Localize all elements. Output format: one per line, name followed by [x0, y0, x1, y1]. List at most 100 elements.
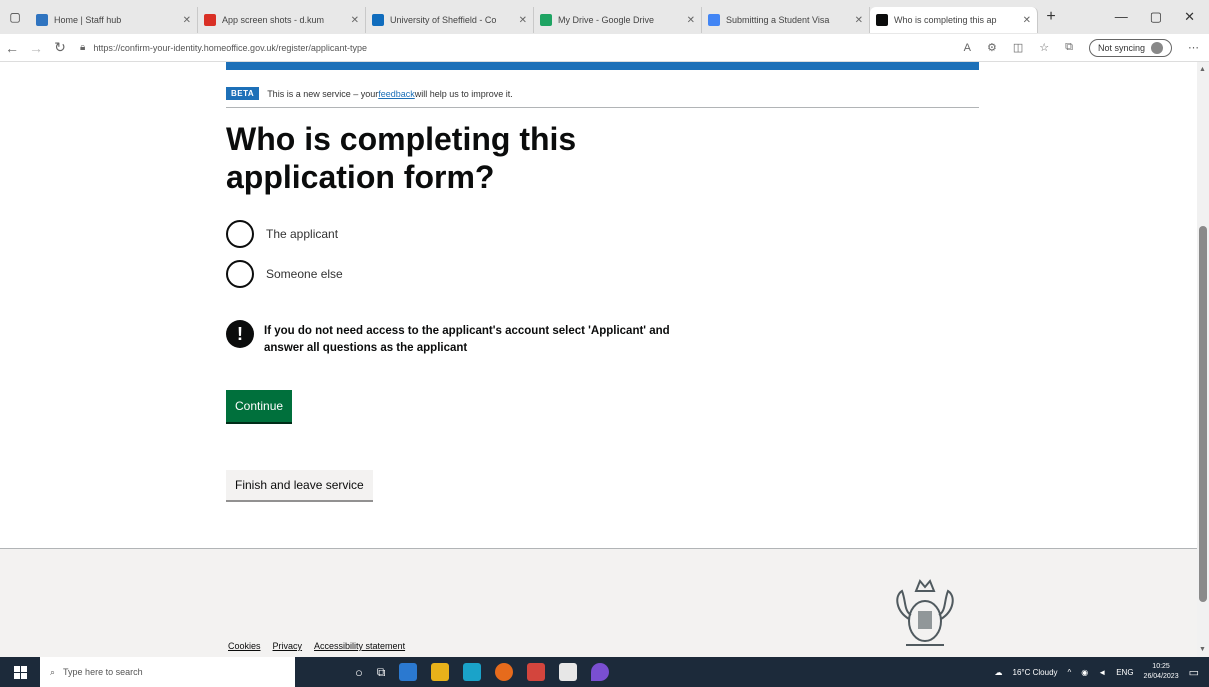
close-tab-icon[interactable]: ✕ — [351, 15, 359, 26]
search-placeholder: Type here to search — [63, 667, 143, 677]
royal-coat-of-arms-icon — [896, 579, 954, 646]
tray-chevron-icon[interactable]: ^ — [1068, 668, 1072, 677]
tab-label: Who is completing this ap — [894, 15, 997, 25]
page-content: BETA This is a new service – your feedba… — [0, 62, 1197, 657]
cortana-icon[interactable]: ○ — [355, 665, 363, 680]
volume-icon[interactable]: ◄ — [1098, 668, 1106, 677]
favicon-icon — [204, 14, 216, 26]
more-menu-icon[interactable]: ⋯ — [1188, 41, 1199, 54]
header-accent-bar — [226, 62, 979, 70]
feedback-link[interactable]: feedback — [378, 89, 415, 99]
lock-icon: 🔒︎ — [80, 42, 86, 53]
clock-time: 10:25 — [1152, 663, 1170, 670]
language-indicator[interactable]: ENG — [1116, 668, 1133, 677]
forward-arrow-icon[interactable]: → — [24, 40, 48, 56]
favorites-icon[interactable]: ☆ — [1039, 41, 1049, 54]
close-tab-icon[interactable]: ✕ — [687, 15, 695, 26]
sync-label: Not syncing — [1097, 42, 1145, 53]
favicon-icon — [708, 14, 720, 26]
task-view-icon[interactable]: ⧉ — [377, 665, 386, 680]
refresh-icon[interactable]: ↻ — [48, 39, 72, 56]
browser-tab[interactable]: Home | Staff hub ✕ — [30, 7, 198, 33]
cookies-link[interactable]: Cookies — [228, 641, 261, 651]
firefox-icon[interactable] — [495, 663, 514, 681]
warning-text: ! If you do not need access to the appli… — [226, 320, 684, 357]
beta-tag: BETA — [226, 87, 260, 100]
continue-button[interactable]: Continue — [226, 390, 293, 422]
vertical-scrollbar[interactable]: ▲ ▼ — [1197, 62, 1209, 657]
taskbar-search[interactable]: ⌕ Type here to search — [40, 657, 295, 687]
office-app-icon[interactable] — [527, 663, 546, 681]
browser-tab[interactable]: Submitting a Student Visa ✕ — [702, 7, 870, 33]
file-explorer-icon[interactable] — [431, 663, 450, 681]
scrollbar-thumb[interactable] — [1199, 226, 1207, 602]
footer-links: Cookies Privacy Accessibility statement — [228, 641, 405, 651]
warning-icon: ! — [226, 320, 254, 348]
phase-text-end: will help us to improve it. — [414, 88, 513, 99]
browser-tab[interactable]: App screen shots - d.kum ✕ — [198, 7, 366, 33]
maximize-icon[interactable]: ▢ — [1150, 9, 1162, 25]
browser-tab[interactable]: University of Sheffield - Co ✕ — [366, 7, 534, 33]
favicon-icon — [876, 14, 888, 26]
address-bar: ← → ↻ 🔒︎ https://confirm-your-identity.h… — [0, 34, 1209, 62]
close-tab-icon[interactable]: ✕ — [183, 15, 191, 26]
notifications-icon[interactable]: ▭ — [1189, 666, 1199, 679]
extension-icon[interactable]: ⚙ — [987, 41, 997, 54]
collections-icon[interactable]: ⧉ — [1065, 41, 1073, 54]
phase-banner: BETA This is a new service – your feedba… — [226, 80, 979, 108]
weather-icon: ☁ — [994, 667, 1003, 677]
radio-button[interactable] — [226, 220, 254, 248]
radio-label: The applicant — [266, 227, 339, 241]
close-window-icon[interactable]: ✕ — [1184, 9, 1195, 25]
tab-label: App screen shots - d.kum — [222, 15, 325, 25]
back-arrow-icon[interactable]: ← — [0, 40, 24, 56]
window-controls: — ▢ ✕ — [1115, 9, 1209, 25]
favicon-icon — [36, 14, 48, 26]
tab-label: My Drive - Google Drive — [558, 15, 655, 25]
taskbar: ⌕ Type here to search ○ ⧉ ☁ 16°C Cloudy … — [0, 657, 1209, 687]
avatar-icon — [1151, 41, 1163, 54]
tab-label: University of Sheffield - Co — [390, 15, 497, 25]
privacy-link[interactable]: Privacy — [273, 641, 303, 651]
network-icon[interactable]: ◉ — [1081, 668, 1088, 677]
edge-browser-icon[interactable] — [463, 663, 482, 681]
weather-text[interactable]: 16°C Cloudy — [1013, 668, 1058, 677]
close-tab-icon[interactable]: ✕ — [855, 15, 863, 26]
radio-option-applicant[interactable]: The applicant — [226, 220, 338, 248]
browser-tab-strip: ▢ Home | Staff hub ✕ App screen shots - … — [0, 0, 1209, 34]
app-icon[interactable] — [591, 663, 610, 681]
tab-label: Home | Staff hub — [54, 15, 122, 25]
search-icon: ⌕ — [50, 666, 56, 677]
radio-option-someone-else[interactable]: Someone else — [226, 260, 343, 288]
clock[interactable]: 10:25 26/04/2023 — [1144, 662, 1179, 682]
tab-label: Submitting a Student Visa — [726, 15, 830, 25]
clock-date: 26/04/2023 — [1143, 673, 1179, 680]
profile-sync-button[interactable]: Not syncing — [1088, 38, 1172, 57]
new-tab-button[interactable]: + — [1038, 8, 1064, 26]
browser-tab-active[interactable]: Who is completing this ap ✕ — [870, 7, 1038, 33]
close-tab-icon[interactable]: ✕ — [519, 15, 527, 26]
close-tab-icon[interactable]: ✕ — [1023, 15, 1031, 26]
radio-button[interactable] — [226, 260, 254, 288]
windows-logo-icon — [13, 665, 27, 679]
tab-actions-icon[interactable]: ▢ — [0, 10, 30, 24]
start-button[interactable] — [0, 665, 40, 679]
mail-app-icon[interactable] — [399, 663, 418, 681]
notepad-icon[interactable] — [559, 663, 578, 681]
phase-text: This is a new service – your — [267, 88, 379, 99]
minimize-icon[interactable]: — — [1115, 9, 1128, 25]
favicon-icon — [372, 14, 384, 26]
system-tray: ☁ 16°C Cloudy ^ ◉ ◄ ENG 10:25 26/04/2023… — [995, 662, 1209, 682]
split-screen-icon[interactable]: ◫ — [1013, 41, 1023, 54]
scroll-down-icon[interactable]: ▼ — [1199, 646, 1206, 653]
accessibility-statement-link[interactable]: Accessibility statement — [314, 641, 405, 651]
scroll-up-icon[interactable]: ▲ — [1199, 66, 1206, 73]
read-aloud-icon[interactable]: A — [964, 42, 971, 54]
browser-tab[interactable]: My Drive - Google Drive ✕ — [534, 7, 702, 33]
browser-toolbar: A ⚙ ◫ ☆ ⧉ Not syncing ⋯ — [964, 38, 1209, 57]
url-field[interactable]: 🔒︎ https://confirm-your-identity.homeoff… — [80, 42, 964, 53]
taskbar-apps: ○ ⧉ — [355, 663, 610, 681]
radio-label: Someone else — [266, 267, 343, 281]
warning-message: If you do not need access to the applica… — [264, 325, 670, 354]
finish-and-leave-button[interactable]: Finish and leave service — [226, 470, 373, 500]
